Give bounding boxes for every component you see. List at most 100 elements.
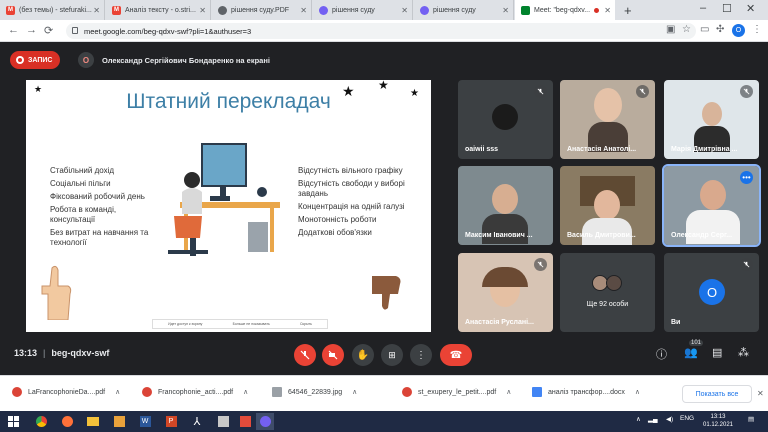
share-hide-link[interactable]: Больше не показывать	[233, 322, 270, 326]
maximize-icon[interactable]: ☐	[722, 2, 732, 15]
camera-toggle-button[interactable]	[322, 344, 344, 366]
raise-hand-button[interactable]: ✋	[352, 344, 374, 366]
browser-tab[interactable]: M (без темы) - stefuraki... ✕	[0, 0, 105, 20]
participant-tile[interactable]: Максим Іванович ...	[458, 166, 553, 245]
mic-toggle-button[interactable]	[294, 344, 316, 366]
participant-name: Василь Дмитрови...	[567, 232, 636, 239]
close-icon[interactable]: ✕	[199, 6, 206, 15]
taskbar-clock[interactable]: 13:13 01.12.2021	[696, 413, 740, 429]
chrome-icon[interactable]	[32, 413, 50, 430]
acrobat-icon[interactable]: ⅄	[188, 413, 206, 430]
back-icon[interactable]: ←	[8, 24, 19, 36]
chevron-up-icon[interactable]: ∧	[635, 388, 640, 396]
leave-call-button[interactable]: ☎	[440, 344, 472, 366]
present-button[interactable]: ⊞	[381, 344, 403, 366]
powerpoint-icon[interactable]: P	[162, 413, 180, 430]
participant-tile-active[interactable]: ••• Олександр Серг...	[662, 164, 761, 247]
pros-item: Робота в команді, консультації	[50, 205, 117, 224]
info-icon: ⓘ	[656, 349, 667, 361]
participant-tile[interactable]: Анастасія Руслані...	[458, 253, 553, 332]
close-icon[interactable]: ✕	[502, 6, 509, 15]
share-stop-link[interactable]: Скрыть	[300, 322, 312, 326]
clock-time: 13:13	[710, 414, 726, 420]
browser-tab[interactable]: рішення суду.PDF ✕	[212, 0, 312, 20]
cast-icon[interactable]: ▭	[700, 24, 709, 35]
browser-tab-active[interactable]: Meet: "beg-qdxv... ✕	[515, 0, 615, 20]
chevron-up-icon[interactable]: ∧	[506, 388, 511, 396]
language-indicator[interactable]: ENG	[680, 415, 694, 422]
hang-up-icon: ☎	[449, 349, 463, 361]
download-item[interactable]: st_exupery_le_petit....pdf ∧	[402, 387, 511, 397]
more-options-button[interactable]: ⋮	[410, 344, 432, 366]
download-item[interactable]: Francophonie_acti....pdf ∧	[142, 387, 248, 397]
chevron-up-icon[interactable]: ∧	[115, 388, 120, 396]
download-filename: Francophonie_acti....pdf	[158, 388, 234, 396]
more-participants-tile[interactable]: Ще 92 особи	[560, 253, 655, 332]
windows-start-icon[interactable]	[4, 413, 22, 430]
url-field[interactable]: meet.google.com/beg-qdxv-swf?pli=1&authu…	[66, 23, 696, 39]
utility-icon[interactable]	[236, 413, 254, 430]
new-tab-button[interactable]: +	[624, 3, 632, 18]
app-icon[interactable]	[214, 413, 232, 430]
cons-item: Монотонність роботи	[298, 215, 377, 224]
presentation-slide: ★ ★ ★ ★ Штатний перекладач Стабільний до…	[26, 80, 431, 332]
volume-icon[interactable]: ◀)	[666, 415, 673, 423]
pros-item: Стабільний дохід	[50, 166, 115, 175]
tray-arrow-icon[interactable]: ∧	[636, 415, 641, 423]
browser-tab[interactable]: M Аналіз тексту - o.stri... ✕	[106, 0, 211, 20]
close-window-icon[interactable]: ✕	[746, 2, 755, 15]
browser-tab[interactable]: рішення суду ✕	[414, 0, 514, 20]
taskbar: W P ⅄ ∧ ▂▄ ◀) ENG 13:13 01.12.2021 ▤	[0, 411, 768, 432]
firefox-icon[interactable]	[58, 413, 76, 430]
minimize-icon[interactable]: –	[700, 2, 706, 14]
recording-badge: ЗАПИС	[10, 51, 60, 69]
participant-tile[interactable]: Марія Дмитрівна ...	[664, 80, 759, 159]
word-icon[interactable]: W	[136, 413, 154, 430]
forward-icon[interactable]: →	[26, 24, 37, 36]
star-icon[interactable]: ☆	[682, 24, 691, 35]
activities-button[interactable]: ⁂	[738, 346, 749, 359]
self-tile[interactable]: O Ви	[664, 253, 759, 332]
network-icon[interactable]: ▂▄	[648, 415, 658, 423]
download-item[interactable]: аналіз трансфор....docx ∧	[532, 387, 640, 397]
viber-icon[interactable]	[256, 413, 274, 430]
mic-off-icon	[740, 85, 753, 98]
close-icon[interactable]: ✕	[401, 6, 408, 15]
close-icon[interactable]: ✕	[604, 6, 611, 15]
participant-video	[492, 184, 518, 214]
participant-tile[interactable]: Василь Дмитрови...	[560, 166, 655, 245]
menu-icon[interactable]: ⋮	[752, 24, 762, 35]
extensions-icon[interactable]: ✣	[716, 24, 724, 35]
chevron-up-icon[interactable]: ∧	[352, 388, 357, 396]
show-all-downloads-button[interactable]: Показать все	[682, 385, 752, 403]
close-icon[interactable]: ✕	[93, 6, 100, 15]
media-player-icon[interactable]	[110, 413, 128, 430]
avatar	[606, 275, 622, 291]
chat-button[interactable]: ▤	[712, 346, 722, 359]
download-item[interactable]: LaFrancophonieDa....pdf ∧	[12, 387, 120, 397]
participant-tile[interactable]: Анастасія Анатолі...	[560, 80, 655, 159]
meeting-info-button[interactable]: ⓘ	[656, 346, 667, 362]
reload-icon[interactable]: ⟳	[44, 24, 53, 37]
slide-title: Штатний перекладач	[126, 90, 331, 113]
chevron-up-icon[interactable]: ∧	[243, 388, 248, 396]
browser-tab[interactable]: рішення суду ✕	[313, 0, 413, 20]
participant-tile[interactable]: oaiwii sss	[458, 80, 553, 159]
globe-icon	[218, 5, 227, 15]
people-button[interactable]: 👥	[684, 346, 698, 359]
more-options-icon[interactable]: •••	[740, 171, 753, 184]
file-explorer-icon[interactable]	[84, 413, 102, 430]
tab-title: Аналіз тексту - o.stri...	[125, 6, 196, 14]
more-participants-label: Ще 92 особи	[586, 301, 629, 308]
notifications-icon[interactable]: ▤	[748, 415, 754, 423]
tab-title: рішення суду.PDF	[231, 6, 290, 14]
meeting-time: 13:13	[14, 348, 38, 358]
presenter-avatar: О	[78, 52, 94, 68]
camera-icon[interactable]: ▣	[666, 24, 675, 35]
close-icon[interactable]: ✕	[757, 389, 764, 398]
download-item[interactable]: 64546_22839.jpg ∧	[272, 387, 357, 397]
more-icon: ⋮	[416, 349, 426, 361]
close-icon[interactable]: ✕	[300, 6, 307, 15]
profile-avatar[interactable]: O	[732, 24, 745, 37]
participant-name: Марія Дмитрівна ...	[671, 146, 738, 153]
